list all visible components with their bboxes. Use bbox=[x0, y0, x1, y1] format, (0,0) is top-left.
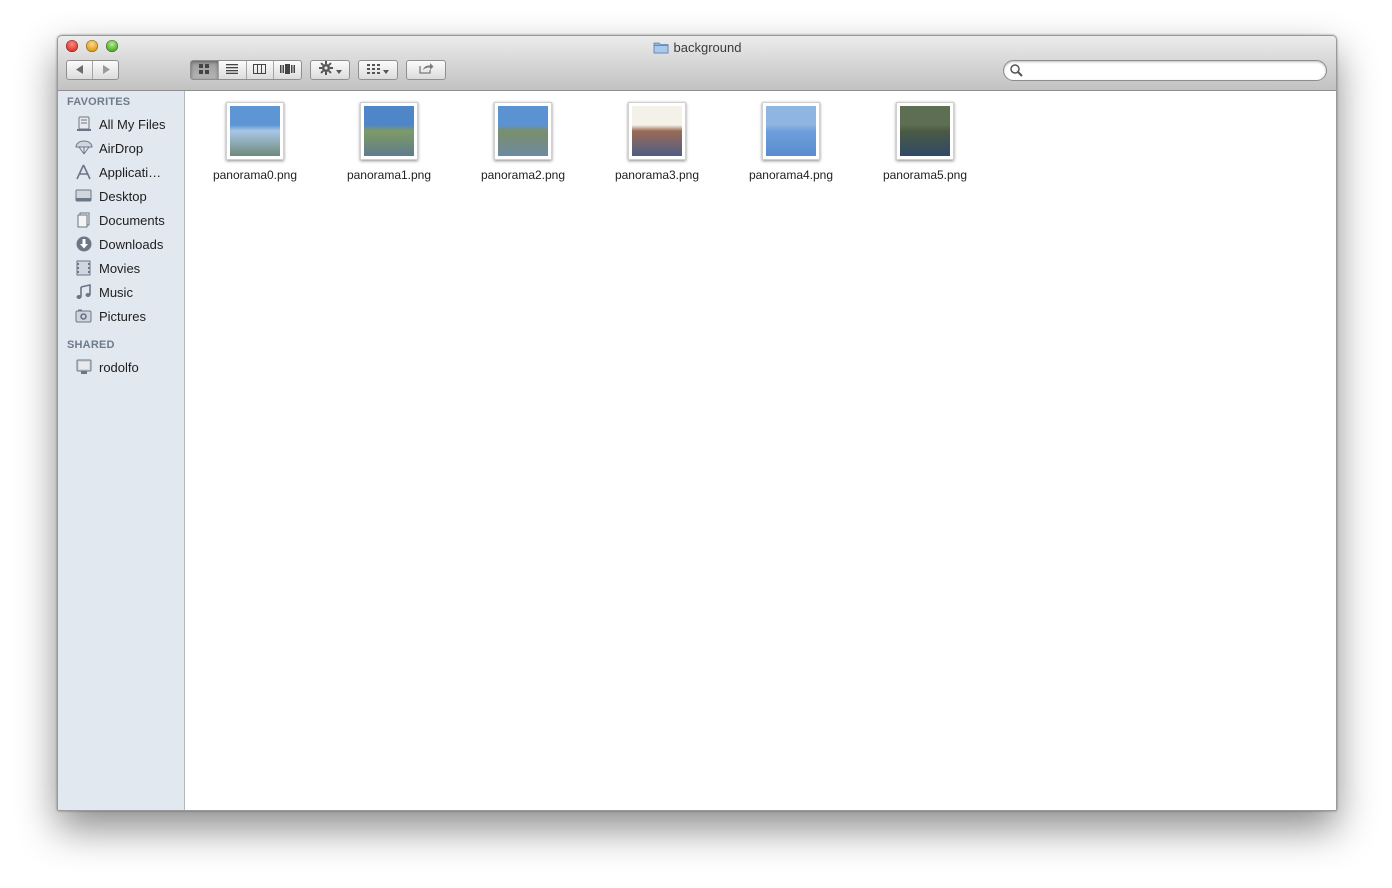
window-title-text: background bbox=[673, 39, 742, 55]
column-view-button[interactable] bbox=[247, 61, 274, 79]
image-thumbnail bbox=[628, 102, 686, 160]
all-files-icon bbox=[74, 115, 93, 133]
favorites-header: FAVORITES bbox=[67, 96, 131, 108]
sidebar-item-label: Desktop bbox=[99, 188, 147, 204]
file-name: panorama1.png bbox=[346, 168, 432, 182]
shared-header: SHARED bbox=[67, 339, 115, 351]
file-item[interactable]: panorama5.png bbox=[860, 102, 990, 192]
forward-button[interactable] bbox=[93, 61, 118, 79]
pictures-icon bbox=[74, 307, 93, 325]
search-icon bbox=[1010, 64, 1023, 82]
thumbnail-image bbox=[632, 106, 682, 156]
music-icon bbox=[74, 283, 93, 301]
thumbnail-image bbox=[230, 106, 280, 156]
cover-flow-view-icon bbox=[279, 61, 295, 79]
sidebar-item-pictures[interactable]: Pictures bbox=[74, 305, 184, 327]
applications-icon bbox=[74, 163, 93, 181]
view-mode-control bbox=[190, 60, 302, 80]
file-name: panorama2.png bbox=[480, 168, 566, 182]
toolbar: background bbox=[58, 36, 1336, 91]
sidebar-item-label: Pictures bbox=[99, 308, 146, 324]
sidebar-item-desktop[interactable]: Desktop bbox=[74, 185, 184, 207]
desktop-icon bbox=[74, 187, 93, 205]
sidebar-item-label: rodolfo bbox=[99, 359, 139, 375]
share-icon bbox=[418, 61, 434, 79]
chevron-down-icon bbox=[383, 61, 389, 79]
folder-icon bbox=[653, 41, 669, 54]
gear-icon bbox=[318, 60, 333, 80]
image-thumbnail bbox=[762, 102, 820, 160]
sidebar-item-label: AirDrop bbox=[99, 140, 144, 156]
file-item[interactable]: panorama2.png bbox=[458, 102, 588, 192]
list-view-icon bbox=[226, 61, 239, 79]
icon-view-icon bbox=[199, 61, 210, 79]
thumbnail-image bbox=[498, 106, 548, 156]
downloads-icon bbox=[74, 235, 93, 253]
sidebar-item-documents[interactable]: Documents bbox=[74, 209, 184, 231]
sidebar-item-label: Downloads bbox=[99, 236, 164, 252]
sidebar-item-music[interactable]: Music bbox=[74, 281, 184, 303]
share-button[interactable] bbox=[406, 60, 446, 80]
arrange-grid-icon bbox=[367, 61, 380, 79]
thumbnail-image bbox=[364, 106, 414, 156]
computer-icon bbox=[74, 358, 93, 376]
cover-flow-view-button[interactable] bbox=[274, 61, 301, 79]
sidebar-item-label: Applicati… bbox=[99, 164, 162, 180]
thumbnail-image bbox=[900, 106, 950, 156]
sidebar-item-all-my-files[interactable]: All My Files bbox=[74, 113, 184, 135]
window-title: background bbox=[58, 38, 1336, 56]
file-name: panorama3.png bbox=[614, 168, 700, 182]
image-thumbnail bbox=[494, 102, 552, 160]
back-forward-control bbox=[66, 60, 119, 80]
file-name: panorama4.png bbox=[748, 168, 834, 182]
image-thumbnail bbox=[360, 102, 418, 160]
sidebar-item-label: Documents bbox=[99, 212, 165, 228]
thumbnail-image bbox=[766, 106, 816, 156]
sidebar: FAVORITES All My Files AirDrop Applicati… bbox=[58, 91, 185, 810]
sidebar-item-label: All My Files bbox=[99, 116, 166, 132]
back-arrow-icon bbox=[75, 61, 84, 79]
image-thumbnail bbox=[226, 102, 284, 160]
file-item[interactable]: panorama0.png bbox=[190, 102, 320, 192]
sidebar-item-label: Music bbox=[99, 284, 133, 300]
airdrop-icon bbox=[74, 139, 93, 157]
file-item[interactable]: panorama3.png bbox=[592, 102, 722, 192]
file-item[interactable]: panorama4.png bbox=[726, 102, 856, 192]
file-name: panorama0.png bbox=[212, 168, 298, 182]
chevron-down-icon bbox=[335, 61, 342, 79]
finder-window: background FAVORITES All My Files AirDro… bbox=[57, 35, 1337, 811]
sidebar-item-rodolfo[interactable]: rodolfo bbox=[74, 356, 184, 378]
sidebar-item-airdrop[interactable]: AirDrop bbox=[74, 137, 184, 159]
icon-view-button[interactable] bbox=[191, 61, 220, 79]
list-view-button[interactable] bbox=[219, 61, 247, 79]
image-thumbnail bbox=[896, 102, 954, 160]
action-menu-button[interactable] bbox=[310, 60, 350, 80]
sidebar-item-downloads[interactable]: Downloads bbox=[74, 233, 184, 255]
file-browser: panorama0.png panorama1.png panorama2.pn… bbox=[186, 91, 1336, 810]
documents-icon bbox=[74, 211, 93, 229]
file-name: panorama5.png bbox=[882, 168, 968, 182]
movies-icon bbox=[74, 259, 93, 277]
column-view-icon bbox=[253, 61, 267, 79]
file-item[interactable]: panorama1.png bbox=[324, 102, 454, 192]
sidebar-item-label: Movies bbox=[99, 260, 141, 276]
forward-arrow-icon bbox=[102, 61, 110, 79]
sidebar-item-applications[interactable]: Applicati… bbox=[74, 161, 184, 183]
search-input[interactable] bbox=[1026, 63, 1320, 80]
sidebar-item-movies[interactable]: Movies bbox=[74, 257, 184, 279]
search-field[interactable] bbox=[1003, 60, 1327, 81]
back-button[interactable] bbox=[67, 61, 94, 79]
arrange-menu-button[interactable] bbox=[358, 60, 398, 80]
